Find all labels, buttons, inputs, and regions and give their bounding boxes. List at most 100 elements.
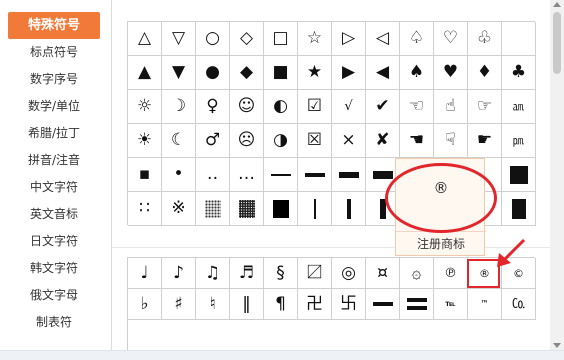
symbol-cell[interactable]: √ [332, 90, 366, 124]
symbol-cell[interactable]: ♤ [400, 22, 434, 56]
sidebar-item-number-sequence[interactable]: 数字序号 [8, 66, 100, 93]
symbol-cell[interactable]: ‖ [230, 289, 264, 320]
symbol-cell[interactable]: ♬ [230, 258, 264, 289]
symbol-cell[interactable]: ☒ [298, 124, 332, 158]
symbol-cell[interactable]: ℗ [434, 258, 468, 289]
sidebar-item-russian[interactable]: 俄文字母 [8, 282, 100, 309]
sidebar-item-pinyin[interactable]: 拼音/注音 [8, 147, 100, 174]
symbol-cell[interactable]: ℡ [434, 289, 468, 320]
symbol-cell[interactable]: ● [196, 56, 230, 90]
symbol-cell[interactable] [264, 192, 298, 226]
symbol-cell[interactable]: ♧ [468, 22, 502, 56]
symbol-cell[interactable]: ♫ [196, 258, 230, 289]
symbol-cell[interactable] [264, 158, 298, 192]
symbol-cell[interactable]: ♯ [162, 289, 196, 320]
sidebar-item-greek-latin[interactable]: 希腊/拉丁 [8, 120, 100, 147]
symbol-cell[interactable]: ♪ [162, 258, 196, 289]
symbol-cell[interactable] [502, 158, 536, 192]
symbol-cell[interactable]: ♡ [434, 22, 468, 56]
scroll-up-icon[interactable] [553, 2, 561, 7]
sidebar-item-special-symbols[interactable]: 特殊符号 [8, 12, 100, 39]
symbol-cell[interactable]: ☞ [468, 90, 502, 124]
symbol-cell[interactable]: ♀ [196, 90, 230, 124]
symbol-cell[interactable]: ☽ [162, 90, 196, 124]
symbol-cell[interactable]: ☾ [162, 124, 196, 158]
symbol-cell[interactable]: ☛ [468, 124, 502, 158]
symbol-cell[interactable]: ▷ [332, 22, 366, 56]
symbol-cell[interactable]: ※ [162, 192, 196, 226]
symbol-cell[interactable]: 卍 [298, 289, 332, 320]
symbol-cell[interactable]: ★ [298, 56, 332, 90]
symbol-cell[interactable]: ◀ [366, 56, 400, 90]
symbol-cell[interactable]: ☀ [128, 124, 162, 158]
symbol-cell[interactable]: … [230, 158, 264, 192]
symbol-cell[interactable] [332, 158, 366, 192]
symbol-cell[interactable]: ♮ [196, 289, 230, 320]
symbol-cell[interactable]: ㏘ [502, 124, 536, 158]
symbol-cell[interactable]: ♣ [502, 56, 536, 90]
symbol-cell[interactable] [298, 158, 332, 192]
symbol-cell[interactable]: ㏂ [502, 90, 536, 124]
symbol-cell[interactable]: ▼ [162, 56, 196, 90]
symbol-cell[interactable]: ■ [264, 56, 298, 90]
symbol-cell[interactable] [196, 192, 230, 226]
symbol-cell[interactable] [502, 192, 536, 226]
sidebar-item-korean[interactable]: 韩文字符 [8, 255, 100, 282]
vertical-scrollbar[interactable] [550, 0, 564, 350]
symbol-cell[interactable]: ☜ [400, 90, 434, 124]
symbol-cell[interactable]: ◐ [264, 90, 298, 124]
symbol-cell[interactable]: ▶ [332, 56, 366, 90]
scrollbar-thumb[interactable] [553, 12, 561, 74]
symbol-cell[interactable]: ☹ [230, 124, 264, 158]
scroll-down-icon[interactable] [553, 343, 561, 348]
symbol-cell[interactable]: ▽ [162, 22, 196, 56]
symbol-cell[interactable] [230, 192, 264, 226]
symbol-cell[interactable]: × [332, 124, 366, 158]
symbol-cell[interactable]: ☚ [400, 124, 434, 158]
symbol-cell[interactable]: ∷ [128, 192, 162, 226]
symbol-cell[interactable] [298, 192, 332, 226]
symbol-cell[interactable]: ☆ [298, 22, 332, 56]
symbol-cell[interactable]: ◁ [366, 22, 400, 56]
symbol-cell[interactable]: ✘ [366, 124, 400, 158]
symbol-cell[interactable] [332, 192, 366, 226]
symbol-cell[interactable]: ○ [196, 22, 230, 56]
symbol-cell[interactable]: ☼ [128, 90, 162, 124]
sidebar-item-punctuation[interactable]: 标点符号 [8, 39, 100, 66]
symbol-cell[interactable]: ☝ [434, 90, 468, 124]
sidebar-item-chinese-chars[interactable]: 中文字符 [8, 174, 100, 201]
symbol-cell[interactable]: ♦ [468, 56, 502, 90]
symbol-cell[interactable]: ☟ [434, 124, 468, 158]
symbol-cell[interactable]: ☑ [298, 90, 332, 124]
symbol-cell[interactable]: ۞ [400, 258, 434, 289]
sidebar-item-english-phonetic[interactable]: 英文音标 [8, 201, 100, 228]
symbol-cell[interactable]: ✔ [366, 90, 400, 124]
symbol-cell[interactable]: ♥ [434, 56, 468, 90]
symbol-cell[interactable]: 〼 [298, 258, 332, 289]
symbol-cell[interactable]: ▲ [128, 56, 162, 90]
symbol-cell[interactable]: ‥ [196, 158, 230, 192]
symbol-cell[interactable]: ♠ [400, 56, 434, 90]
symbol-cell[interactable]: ☺ [230, 90, 264, 124]
symbol-cell[interactable]: ◇ [230, 22, 264, 56]
sidebar-item-box-drawing[interactable]: 制表符 [8, 309, 100, 336]
symbol-cell[interactable]: § [264, 258, 298, 289]
symbol-cell[interactable]: ¶ [264, 289, 298, 320]
symbol-cell[interactable] [502, 22, 536, 56]
symbol-cell[interactable]: ™ [468, 289, 502, 320]
symbol-cell[interactable]: ¤ [366, 258, 400, 289]
symbol-cell[interactable]: ◑ [264, 124, 298, 158]
symbol-cell[interactable]: • [162, 158, 196, 192]
symbol-cell[interactable]: ◎ [332, 258, 366, 289]
sidebar-item-japanese[interactable]: 日文字符 [8, 228, 100, 255]
symbol-cell[interactable]: 卐 [332, 289, 366, 320]
symbol-cell[interactable]: ◆ [230, 56, 264, 90]
symbol-cell[interactable]: ♩ [128, 258, 162, 289]
sidebar-item-math-units[interactable]: 数学/单位 [8, 93, 100, 120]
symbol-cell[interactable]: ♂ [196, 124, 230, 158]
symbol-cell[interactable]: ♭ [128, 289, 162, 320]
symbol-cell[interactable]: ㏇ [502, 289, 536, 320]
symbol-cell[interactable] [366, 289, 400, 320]
symbol-cell[interactable] [400, 289, 434, 320]
symbol-cell[interactable]: □ [264, 22, 298, 56]
